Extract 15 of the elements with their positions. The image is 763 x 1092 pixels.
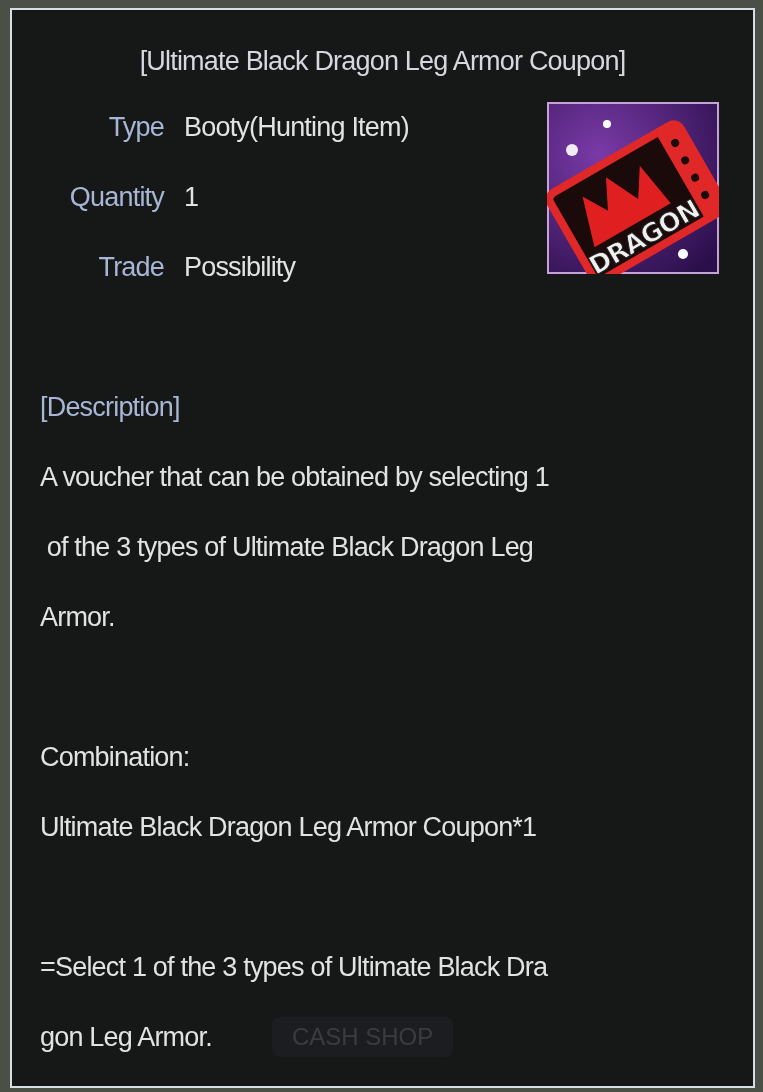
- description-text: =Select 1 of the 3 types of Ultimate Black Dra: [40, 951, 549, 984]
- description-text: Ultimate Black Dragon Leg Armor Coupon*1: [40, 811, 538, 844]
- description-heading: [Description]: [40, 391, 181, 424]
- property-label: Quantity: [68, 181, 164, 213]
- description-text: Combination:: [40, 741, 191, 774]
- item-title: [Ultimate Black Dragon Leg Armor Coupon]: [138, 45, 627, 78]
- property-value: 1: [184, 181, 199, 213]
- description-text: of the 3 types of Ultimate Black Dragon Leg: [45, 531, 535, 564]
- property-value: Possibility: [184, 251, 296, 283]
- property-label: Type: [107, 111, 164, 143]
- description-text: A voucher that can be obtained by selecting 1: [40, 461, 550, 494]
- property-value: Booty(Hunting Item): [184, 111, 409, 143]
- description-text: gon Leg Armor.: [40, 1021, 212, 1054]
- property-label: Trade: [97, 251, 164, 283]
- description-text: Armor.: [40, 601, 116, 634]
